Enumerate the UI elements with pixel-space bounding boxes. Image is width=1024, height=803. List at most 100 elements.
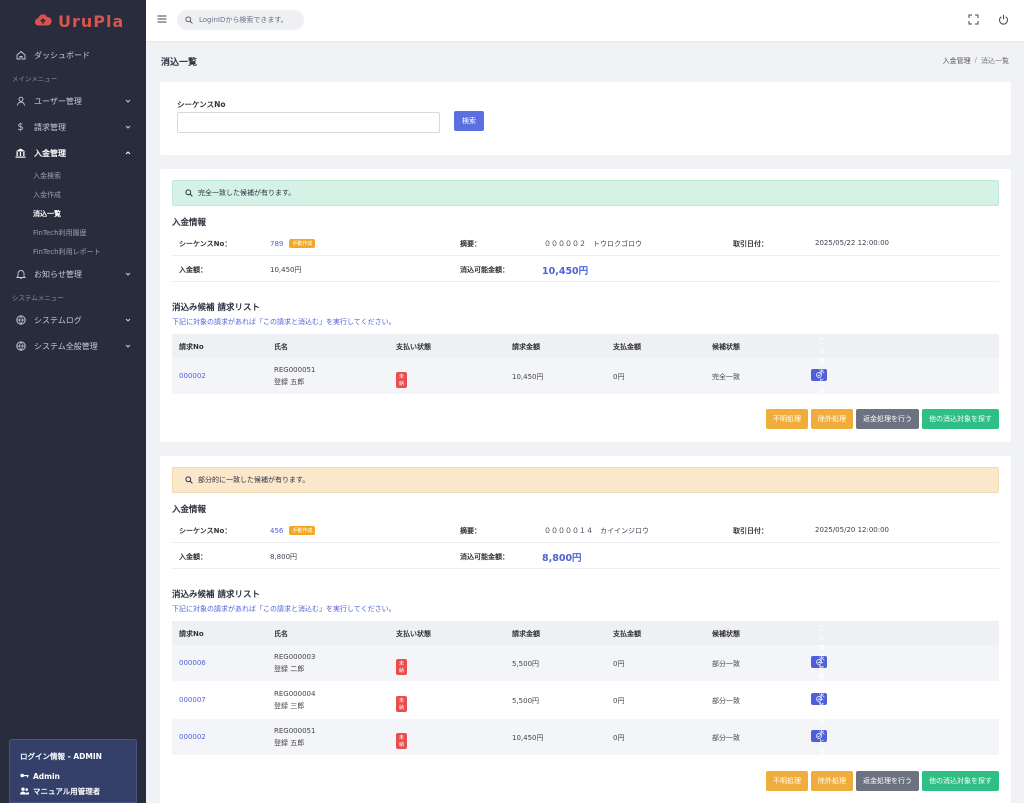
breadcrumb-parent[interactable]: 入金管理 — [943, 56, 971, 66]
reconcile-block-exact: 完全一致した候補が有ります。 入金情報 シーケンスNo： 789 手動作成 摘要：… — [160, 169, 1011, 442]
hamburger-menu-icon[interactable] — [157, 14, 167, 24]
date-label: 取引日付： — [733, 240, 768, 248]
payment-info-row-2: 入金額： 8,800円 消込可能金額： 8,800円 — [172, 543, 999, 569]
search-card: シーケンスNo 検索 — [160, 82, 1011, 155]
sidebar-subitem-fintech-report[interactable]: FinTech利用レポート — [0, 242, 146, 261]
sequence-label: シーケンスNo： — [179, 240, 232, 248]
search-box[interactable] — [177, 10, 304, 30]
users-icon — [20, 787, 29, 797]
unpaid-badge: 未納 — [396, 733, 408, 749]
bell-icon — [15, 269, 26, 280]
refund-button[interactable]: 返金処理を行う — [856, 771, 919, 791]
find-other-target-button[interactable]: 他の消込対象を探す — [922, 409, 999, 429]
billed-amount: 10,450円 — [512, 373, 544, 381]
unknown-process-button[interactable]: 不明処理 — [766, 771, 808, 791]
action-buttons: 不明処理 除外処理 返金処理を行う 他の消込対象を探す — [766, 771, 999, 791]
sequence-link[interactable]: 789 — [270, 240, 283, 248]
reconcile-this-invoice-button[interactable]: この請求と消込む — [811, 699, 827, 776]
col-header: 請求No — [179, 343, 204, 351]
unknown-process-button[interactable]: 不明処理 — [766, 409, 808, 429]
reconcile-this-invoice-button[interactable]: この請求と消込む — [811, 338, 827, 415]
candidate-status: 部分一致 — [712, 734, 740, 742]
manual-badge: 手動作成 — [289, 526, 316, 535]
search-icon — [185, 189, 193, 197]
sidebar-subitem-payment-create[interactable]: 入金作成 — [0, 185, 146, 204]
sidebar-item-label: ユーザー管理 — [34, 96, 82, 106]
unpaid-badge: 未納 — [396, 372, 408, 388]
sidebar-subitem-reconcile-list[interactable]: 消込一覧 — [0, 204, 146, 223]
manual-badge: 手動作成 — [289, 239, 316, 248]
login-user: Admin — [20, 772, 126, 781]
invoice-no-link[interactable]: 000002 — [179, 733, 206, 741]
col-header: 候補状態 — [712, 343, 740, 351]
candidate-table: 請求No 氏名 支払い状態 請求金額 支払金額 候補状態 000006 REG0… — [172, 621, 999, 776]
table-row: 000002 REG000051 登録 五郎 未納 10,450円 0円 完全一… — [172, 338, 999, 415]
sidebar-item-label: ダッシュボード — [34, 50, 90, 60]
login-user-name: Admin — [33, 772, 60, 781]
button-label: この請求と消込む — [818, 338, 825, 415]
sidebar-item-notices[interactable]: お知らせ管理 — [0, 261, 146, 287]
section-title-main: メインメニュー — [12, 75, 58, 83]
sidebar-subitem-payment-search[interactable]: 入金検索 — [0, 166, 146, 185]
find-other-target-button[interactable]: 他の消込対象を探す — [922, 771, 999, 791]
sidebar-item-label: お知らせ管理 — [34, 269, 82, 279]
sequence-link[interactable]: 456 — [270, 527, 283, 535]
invoice-no-link[interactable]: 000006 — [179, 659, 206, 667]
customer-name: 登録 五郎 — [274, 739, 305, 747]
table-header: 請求No 氏名 支払い状態 請求金額 支払金額 候補状態 — [172, 334, 999, 358]
search-icon — [185, 476, 193, 484]
page-title: 消込一覧 — [161, 58, 198, 68]
sidebar-item-payments[interactable]: 入金管理 — [0, 140, 146, 166]
payment-info-row-2: 入金額： 10,450円 消込可能金額： 10,450円 — [172, 256, 999, 282]
user-icon — [15, 96, 26, 107]
payment-info-row-1: シーケンスNo： 789 手動作成 摘要： ０００００２ トウロクゴロウ 取引日付… — [172, 230, 999, 256]
sidebar-item-sysall[interactable]: システム全般管理 — [0, 333, 146, 359]
sidebar-item-syslog[interactable]: システムログ — [0, 307, 146, 333]
available-value: 10,450円 — [542, 266, 589, 277]
summary-label: 摘要： — [460, 240, 481, 248]
available-value: 8,800円 — [542, 553, 582, 564]
button-label: この請求と消込む — [818, 699, 825, 776]
summary-value: ０００００２ トウロクゴロウ — [544, 240, 642, 248]
login-info-panel: ログイン情報 - ADMIN Admin マニュアル用管理者 — [9, 739, 137, 803]
col-header: 請求金額 — [512, 630, 540, 638]
exclude-process-button[interactable]: 除外処理 — [811, 771, 853, 791]
refund-button[interactable]: 返金処理を行う — [856, 409, 919, 429]
sequence-no-input[interactable] — [177, 112, 440, 133]
customer-code: REG000051 — [274, 366, 316, 374]
login-info-title: ログイン情報 - ADMIN — [20, 752, 102, 761]
fullscreen-icon[interactable] — [968, 14, 979, 25]
customer-name: 登録 五郎 — [274, 378, 305, 386]
search-input[interactable] — [199, 16, 299, 24]
col-header: 支払金額 — [613, 630, 641, 638]
col-header: 請求No — [179, 630, 204, 638]
date-label: 取引日付： — [733, 527, 768, 535]
sidebar-item-dashboard[interactable]: ダッシュボード — [0, 42, 146, 68]
col-header: 氏名 — [274, 343, 288, 351]
col-header: 請求金額 — [512, 343, 540, 351]
chevron-up-icon — [125, 151, 131, 155]
sidebar-subitem-fintech-history[interactable]: FinTech利用履歴 — [0, 223, 146, 242]
search-button[interactable]: 検索 — [454, 111, 484, 131]
billed-amount: 5,500円 — [512, 660, 540, 668]
customer-code: REG000003 — [274, 653, 316, 661]
sidebar-item-billing[interactable]: $ 請求管理 — [0, 114, 146, 140]
payment-info-title: 入金情報 — [172, 218, 207, 228]
candidate-status: 部分一致 — [712, 697, 740, 705]
paid-amount: 0円 — [613, 697, 625, 705]
invoice-no-link[interactable]: 000002 — [179, 372, 206, 380]
logo[interactable]: UruPla — [0, 0, 146, 42]
candidate-list-note: 下記に対象の請求があれば「この請求と消込む」を実行してください。 — [172, 605, 396, 613]
invoice-no-link[interactable]: 000007 — [179, 696, 206, 704]
candidate-status: 完全一致 — [712, 373, 740, 381]
power-icon[interactable] — [998, 14, 1009, 25]
sidebar-item-label: システム全般管理 — [34, 341, 98, 351]
chevron-down-icon — [125, 318, 131, 322]
topbar — [146, 0, 1024, 42]
customer-code: REG000004 — [274, 690, 316, 698]
exclude-process-button[interactable]: 除外処理 — [811, 409, 853, 429]
globe-icon — [15, 341, 26, 352]
match-button-wrap: この請求と消込む — [811, 699, 827, 776]
sequence-value: 789 手動作成 — [270, 239, 316, 248]
sidebar-item-users[interactable]: ユーザー管理 — [0, 88, 146, 114]
